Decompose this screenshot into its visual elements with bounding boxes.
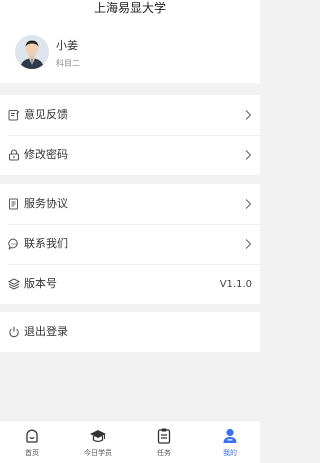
avatar-person-icon xyxy=(15,35,49,69)
menu-item-label: 修改密码 xyxy=(24,148,68,161)
chevron-right-icon xyxy=(245,199,252,209)
tab-home[interactable]: 首页 xyxy=(6,427,58,461)
power-icon xyxy=(9,326,19,338)
chevron-right-icon xyxy=(245,239,252,249)
user-subject: 科目二 xyxy=(56,59,80,68)
tab-mine[interactable]: 我的 xyxy=(204,427,256,461)
document-icon xyxy=(9,198,18,210)
chevron-right-icon xyxy=(245,110,252,120)
logout-button[interactable]: 退出登录 xyxy=(0,312,260,352)
app-header: 上海易显大学 xyxy=(0,0,260,18)
menu-item-contact-us[interactable]: 联系我们 xyxy=(0,224,260,264)
clipboard-icon xyxy=(157,428,171,444)
home-icon xyxy=(26,429,38,443)
tab-today-students[interactable]: 今日学员 xyxy=(72,427,124,461)
tab-label: 今日学员 xyxy=(84,449,112,457)
chevron-right-icon xyxy=(245,150,252,160)
layers-icon xyxy=(8,278,20,290)
user-icon xyxy=(223,428,237,443)
menu-group-account: 意见反馈 修改密码 xyxy=(0,95,260,175)
menu-item-feedback[interactable]: 意见反馈 xyxy=(0,95,260,135)
tab-label: 任务 xyxy=(157,449,171,457)
avatar[interactable] xyxy=(15,35,49,69)
menu-item-service-agreement[interactable]: 服务协议 xyxy=(0,184,260,224)
menu-item-version: 版本号 V1.1.0 xyxy=(0,264,260,304)
menu-group-logout: 退出登录 xyxy=(0,312,260,352)
menu-item-label: 联系我们 xyxy=(24,237,68,250)
lock-icon xyxy=(9,149,19,161)
menu-item-change-password[interactable]: 修改密码 xyxy=(0,135,260,175)
menu-group-info: 服务协议 联系我们 版本号 V1.1.0 xyxy=(0,184,260,304)
menu-item-label: 服务协议 xyxy=(24,197,68,210)
user-name: 小姜 xyxy=(56,39,78,52)
profile-card[interactable]: 小姜 科目二 xyxy=(0,18,260,83)
tab-tasks[interactable]: 任务 xyxy=(138,427,190,461)
edit-note-icon xyxy=(8,110,20,121)
version-value: V1.1.0 xyxy=(219,279,252,290)
menu-item-label: 版本号 xyxy=(24,277,57,290)
chat-icon xyxy=(8,238,18,250)
tab-label: 首页 xyxy=(25,449,39,457)
graduation-cap-icon xyxy=(90,430,106,443)
bottom-tab-bar: 首页 今日学员 任务 我的 xyxy=(0,420,260,463)
page-title: 上海易显大学 xyxy=(93,1,166,15)
menu-item-label: 意见反馈 xyxy=(24,108,68,121)
tab-label: 我的 xyxy=(223,449,237,457)
menu-item-label: 退出登录 xyxy=(24,325,68,338)
